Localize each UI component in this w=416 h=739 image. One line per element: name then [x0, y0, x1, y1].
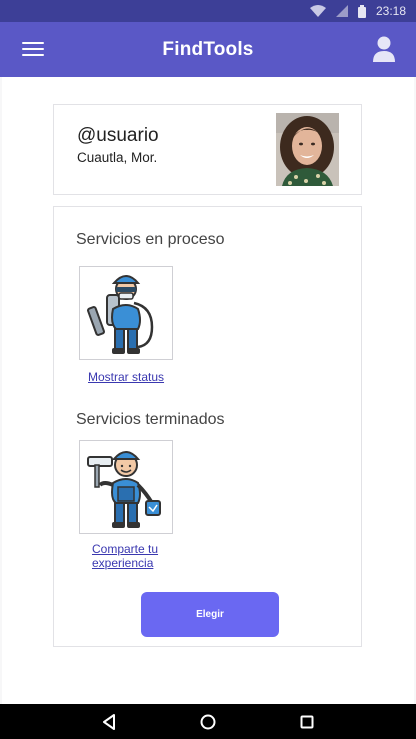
profile-button[interactable]: [372, 36, 396, 62]
worker-painter-icon: [87, 451, 161, 528]
show-status-link[interactable]: Mostrar status: [88, 370, 164, 384]
in-progress-service-thumbnail[interactable]: [79, 266, 173, 360]
hamburger-icon: [22, 42, 44, 56]
battery-icon: [357, 4, 366, 18]
status-time: 23:18: [375, 4, 406, 18]
completed-service-thumbnail[interactable]: [79, 440, 173, 534]
nav-home-button[interactable]: [193, 707, 223, 737]
person-icon: [373, 36, 395, 62]
nav-recents-button[interactable]: [292, 707, 322, 737]
choose-button[interactable]: Elegir: [141, 592, 279, 637]
profile-card: @usuario Cuautla, Mor.: [53, 104, 362, 195]
app-bar: FindTools: [0, 22, 416, 77]
user-location: Cuautla, Mor.: [77, 150, 158, 165]
main-content: @usuario Cuautla, Mor. Servicios en proc…: [2, 77, 414, 704]
username: @usuario: [77, 125, 159, 146]
avatar: [276, 113, 339, 186]
circle-home-icon: [200, 714, 216, 729]
section-title-completed: Servicios terminados: [76, 411, 225, 428]
nav-back-button[interactable]: [94, 707, 124, 737]
section-title-in-progress: Servicios en proceso: [76, 231, 225, 248]
app-title: FindTools: [162, 38, 254, 60]
system-nav-bar: [0, 704, 416, 739]
status-bar: 23:18: [0, 0, 416, 22]
menu-button[interactable]: [22, 42, 44, 58]
square-recents-icon: [300, 715, 314, 728]
worker-sprayer-icon: [87, 275, 154, 354]
triangle-back-icon: [103, 713, 116, 730]
services-card: Servicios en proceso Mostrar status Serv…: [53, 206, 362, 647]
signal-icon: [335, 5, 348, 17]
wifi-icon: [309, 5, 326, 17]
share-experience-link[interactable]: Comparte tu experiencia: [92, 542, 182, 570]
